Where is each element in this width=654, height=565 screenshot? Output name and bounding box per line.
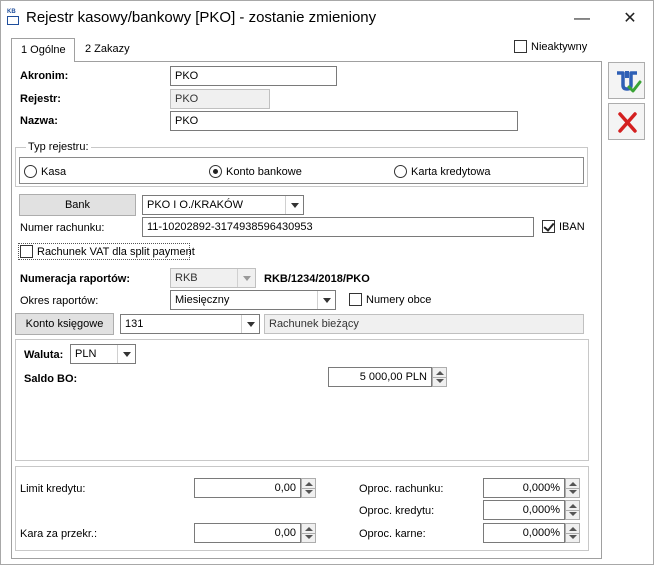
- tab-zakazy-label: 2 Zakazy: [85, 43, 130, 55]
- minimize-button[interactable]: —: [569, 6, 595, 32]
- rejestr-field: PKO: [170, 89, 270, 109]
- chevron-down-icon[interactable]: [317, 291, 335, 309]
- numbering-combo-value: RKB: [175, 272, 198, 284]
- opening-balance-input[interactable]: 5 000,00 PLN: [328, 367, 432, 387]
- foreign-numbers-checkbox[interactable]: [349, 293, 362, 306]
- account-number-label: Numer rachunku:: [20, 222, 105, 234]
- akronim-label: Akronim:: [20, 70, 69, 82]
- opening-balance-spinner[interactable]: [432, 367, 447, 387]
- credit-limit-label: Limit kredytu:: [20, 483, 86, 495]
- credit-interest-input[interactable]: 0,000%: [483, 500, 565, 520]
- tab-ogolne-label: 1 Ogólne: [21, 44, 66, 56]
- accounting-account-combo[interactable]: 131: [120, 314, 260, 334]
- numbering-combo: RKB: [170, 268, 256, 288]
- chevron-down-icon: [237, 269, 255, 287]
- bank-button[interactable]: Bank: [19, 194, 136, 216]
- account-interest-input[interactable]: 0,000%: [483, 478, 565, 498]
- foreign-numbers-label: Numery obce: [366, 294, 432, 306]
- account-interest-label: Oproc. rachunku:: [359, 483, 444, 495]
- save-icon: [617, 71, 642, 93]
- iban-label: IBAN: [559, 221, 585, 233]
- title-bar: KB Rejestr kasowy/bankowy [PKO] - zostan…: [1, 1, 653, 37]
- penalty-spinner[interactable]: [301, 523, 316, 543]
- credit-interest-label: Oproc. kredytu:: [359, 505, 435, 517]
- app-icon-text: KB: [7, 9, 16, 15]
- inactive-label: Nieaktywny: [531, 41, 588, 53]
- nazwa-input[interactable]: PKO: [170, 111, 518, 131]
- currency-combo[interactable]: PLN: [70, 344, 136, 364]
- radio-kasa-label: Kasa: [41, 166, 67, 178]
- close-window-button[interactable]: ✕: [617, 6, 643, 32]
- accounting-account-name: Rachunek bieżący: [264, 314, 584, 334]
- report-period-value: Miesięczny: [175, 294, 230, 306]
- rejestr-label: Rejestr:: [20, 93, 61, 105]
- numbering-pattern: RKB/1234/2018/PKO: [264, 273, 370, 285]
- numbering-label: Numeracja raportów:: [20, 273, 131, 285]
- credit-limit-input[interactable]: 0,00: [194, 478, 301, 498]
- cancel-icon: [618, 112, 637, 133]
- radio-karta-kredytowa-label: Karta kredytowa: [411, 166, 491, 178]
- accounting-account-button[interactable]: Konto księgowe: [15, 313, 114, 335]
- radio-kasa[interactable]: [24, 165, 37, 178]
- radio-konto-bankowe[interactable]: [209, 165, 222, 178]
- window-title: Rejestr kasowy/bankowy [PKO] - zostanie …: [26, 9, 377, 26]
- chevron-down-icon[interactable]: [117, 345, 135, 363]
- credit-limit-spinner[interactable]: [301, 478, 316, 498]
- dialog-window: KB Rejestr kasowy/bankowy [PKO] - zostan…: [0, 0, 654, 565]
- penalty-label: Kara za przekr.:: [20, 528, 98, 540]
- tab-zakazy[interactable]: 2 Zakazy: [85, 43, 130, 55]
- cancel-button[interactable]: [608, 103, 645, 140]
- iban-checkbox[interactable]: [542, 220, 555, 233]
- radio-karta-kredytowa[interactable]: [394, 165, 407, 178]
- currency-label: Waluta:: [24, 349, 64, 361]
- chevron-down-icon[interactable]: [285, 196, 303, 214]
- register-type-legend: Typ rejestru:: [26, 141, 91, 153]
- save-button[interactable]: [608, 62, 645, 99]
- report-period-label: Okres raportów:: [20, 295, 99, 307]
- report-period-combo[interactable]: Miesięczny: [170, 290, 336, 310]
- penalty-interest-spinner[interactable]: [565, 523, 580, 543]
- penalty-input[interactable]: 0,00: [194, 523, 301, 543]
- account-number-input[interactable]: 11-10202892-3174938596430953: [142, 217, 534, 237]
- akronim-input[interactable]: PKO: [170, 66, 337, 86]
- currency-value: PLN: [75, 348, 97, 360]
- bank-combo[interactable]: PKO I O./KRAKÓW: [142, 195, 304, 215]
- credit-interest-spinner[interactable]: [565, 500, 580, 520]
- chevron-down-icon[interactable]: [241, 315, 259, 333]
- radio-konto-bankowe-label: Konto bankowe: [226, 166, 302, 178]
- penalty-interest-label: Oproc. karne:: [359, 528, 426, 540]
- opening-balance-label: Saldo BO:: [24, 373, 78, 385]
- app-icon: KB: [7, 9, 21, 25]
- inactive-checkbox[interactable]: [514, 40, 527, 53]
- vat-split-label: Rachunek VAT dla split payment: [37, 246, 195, 258]
- tab-ogolne[interactable]: 1 Ogólne: [11, 38, 75, 62]
- accounting-account-value: 131: [125, 318, 144, 330]
- bank-combo-value: PKO I O./KRAKÓW: [147, 199, 243, 211]
- vat-split-checkbox[interactable]: [20, 245, 33, 258]
- penalty-interest-input[interactable]: 0,000%: [483, 523, 565, 543]
- nazwa-label: Nazwa:: [20, 115, 58, 127]
- account-interest-spinner[interactable]: [565, 478, 580, 498]
